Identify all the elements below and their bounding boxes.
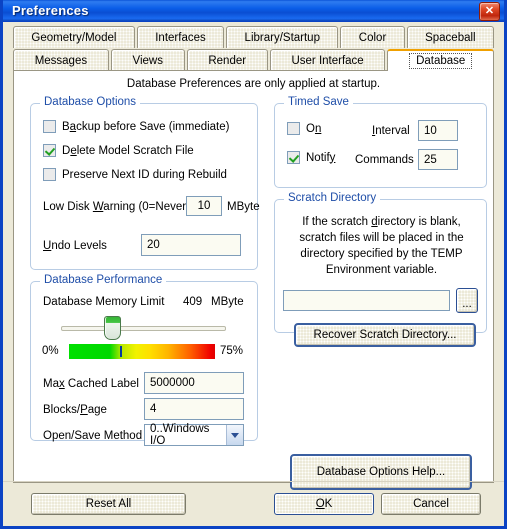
group-timed-save: Timed Save On Interval 10 Notify Command…	[274, 96, 487, 188]
checkbox-box[interactable]	[287, 122, 300, 135]
tab-row-2: Messages Views Render User Interface Dat…	[13, 49, 495, 71]
recover-scratch-directory-button[interactable]: Recover Scratch Directory...	[294, 323, 476, 347]
memory-limit-value: 409	[183, 296, 203, 308]
scratch-note-line-2: scratch files will be placed in the	[299, 232, 464, 244]
max-cached-label-label: Max Cached Label	[43, 378, 139, 390]
checkbox-timed-save-on[interactable]: On	[287, 122, 321, 135]
checkbox-box[interactable]	[287, 151, 300, 164]
tab-render[interactable]: Render	[186, 49, 268, 71]
memory-limit-unit: MByte	[211, 296, 244, 308]
undo-levels-label: Undo Levels	[43, 240, 107, 252]
tab-messages[interactable]: Messages	[13, 49, 109, 71]
checkbox-box[interactable]	[43, 168, 56, 181]
tab-interfaces[interactable]: Interfaces	[136, 26, 225, 48]
memory-limit-slider-track[interactable]	[61, 326, 226, 331]
checkbox-label: Backup before Save (immediate)	[62, 120, 230, 133]
interval-label: Interval	[372, 125, 410, 137]
blocks-per-page-label: Blocks/Page	[43, 404, 107, 416]
scratch-directory-browse-button[interactable]: ...	[456, 288, 478, 313]
max-cached-label-input[interactable]: 5000000	[144, 372, 244, 394]
checkbox-timed-save-notify[interactable]: Notify	[287, 151, 335, 164]
tab-row-1: Geometry/Model Interfaces Library/Startu…	[13, 26, 495, 48]
checkbox-label: Notify	[306, 151, 336, 164]
checkbox-preserve-next-id[interactable]: Preserve Next ID during Rebuild	[43, 168, 227, 181]
tab-user-interface[interactable]: User Interface	[269, 49, 386, 71]
open-save-method-value: 0..Windows I/O	[150, 423, 210, 447]
group-database-options: Database Options Backup before Save (imm…	[30, 96, 260, 270]
open-save-method-label: Open/Save Method	[43, 430, 143, 442]
group-database-performance: Database Performance Database Memory Lim…	[30, 274, 258, 447]
checkbox-backup-before-save[interactable]: Backup before Save (immediate)	[43, 120, 229, 133]
scratch-note-line-1: If the scratch directory is blank,	[302, 216, 461, 228]
group-database-performance-legend: Database Performance	[40, 274, 167, 286]
commands-input[interactable]: 25	[418, 149, 458, 170]
title-bar[interactable]: Preferences ✕	[3, 0, 504, 22]
interval-input[interactable]: 10	[418, 120, 458, 141]
tab-database[interactable]: Database	[387, 49, 495, 71]
ok-button-label: OK	[315, 498, 333, 510]
memory-usage-gradient-bar	[69, 344, 215, 359]
memory-limit-label: Database Memory Limit	[43, 296, 165, 308]
tab-spaceball[interactable]: Spaceball	[406, 26, 495, 48]
scratch-directory-input[interactable]	[283, 290, 450, 311]
group-scratch-directory-legend: Scratch Directory	[284, 192, 381, 204]
preferences-dialog: Preferences ✕ Geometry/Model Interfaces …	[0, 0, 507, 529]
open-save-method-select[interactable]: 0..Windows I/O	[144, 423, 244, 447]
low-disk-warning-unit: MByte	[227, 201, 260, 213]
reset-all-button[interactable]: Reset All	[31, 493, 186, 515]
tab-library-startup[interactable]: Library/Startup	[226, 26, 339, 48]
tab-panel-database: Database Preferences are only applied at…	[13, 70, 494, 490]
undo-levels-input[interactable]: 20	[141, 234, 241, 256]
scratch-note-line-4: Environment variable.	[325, 264, 438, 276]
ok-button[interactable]: OK	[274, 493, 374, 515]
tab-geometry-model[interactable]: Geometry/Model	[13, 26, 135, 48]
checkbox-box[interactable]	[43, 144, 56, 157]
blocks-per-page-input[interactable]: 4	[144, 398, 244, 420]
tab-strip: Geometry/Model Interfaces Library/Startu…	[3, 22, 504, 71]
scratch-note-line-3: directory specified by the TEMP	[300, 248, 463, 260]
cancel-button[interactable]: Cancel	[381, 493, 481, 515]
dialog-footer: Reset All OK Cancel	[3, 481, 504, 526]
checkbox-label: On	[306, 122, 322, 135]
memory-limit-slider-thumb[interactable]	[103, 316, 121, 340]
scale-min-label: 0%	[42, 345, 59, 357]
group-scratch-directory: Scratch Directory If the scratch directo…	[274, 192, 487, 347]
low-disk-warning-input[interactable]: 10	[186, 196, 222, 216]
commands-label: Commands	[355, 154, 414, 166]
window-title: Preferences	[12, 3, 89, 18]
group-database-options-legend: Database Options	[40, 96, 141, 108]
group-timed-save-legend: Timed Save	[284, 96, 353, 108]
header-note: Database Preferences are only applied at…	[126, 78, 381, 90]
checkbox-delete-model-scratch-file[interactable]: Delete Model Scratch File	[43, 144, 194, 157]
footer-divider	[3, 481, 504, 482]
tab-color[interactable]: Color	[340, 26, 405, 48]
checkbox-label: Delete Model Scratch File	[62, 144, 194, 157]
scale-max-label: 75%	[220, 345, 244, 357]
tab-views[interactable]: Views	[110, 49, 185, 71]
chevron-down-icon[interactable]	[225, 425, 243, 445]
low-disk-warning-label: Low Disk Warning (0=Never)	[43, 201, 190, 213]
checkbox-label: Preserve Next ID during Rebuild	[62, 168, 227, 181]
close-icon[interactable]: ✕	[479, 2, 500, 21]
gradient-marker	[119, 346, 122, 357]
checkbox-box[interactable]	[43, 120, 56, 133]
